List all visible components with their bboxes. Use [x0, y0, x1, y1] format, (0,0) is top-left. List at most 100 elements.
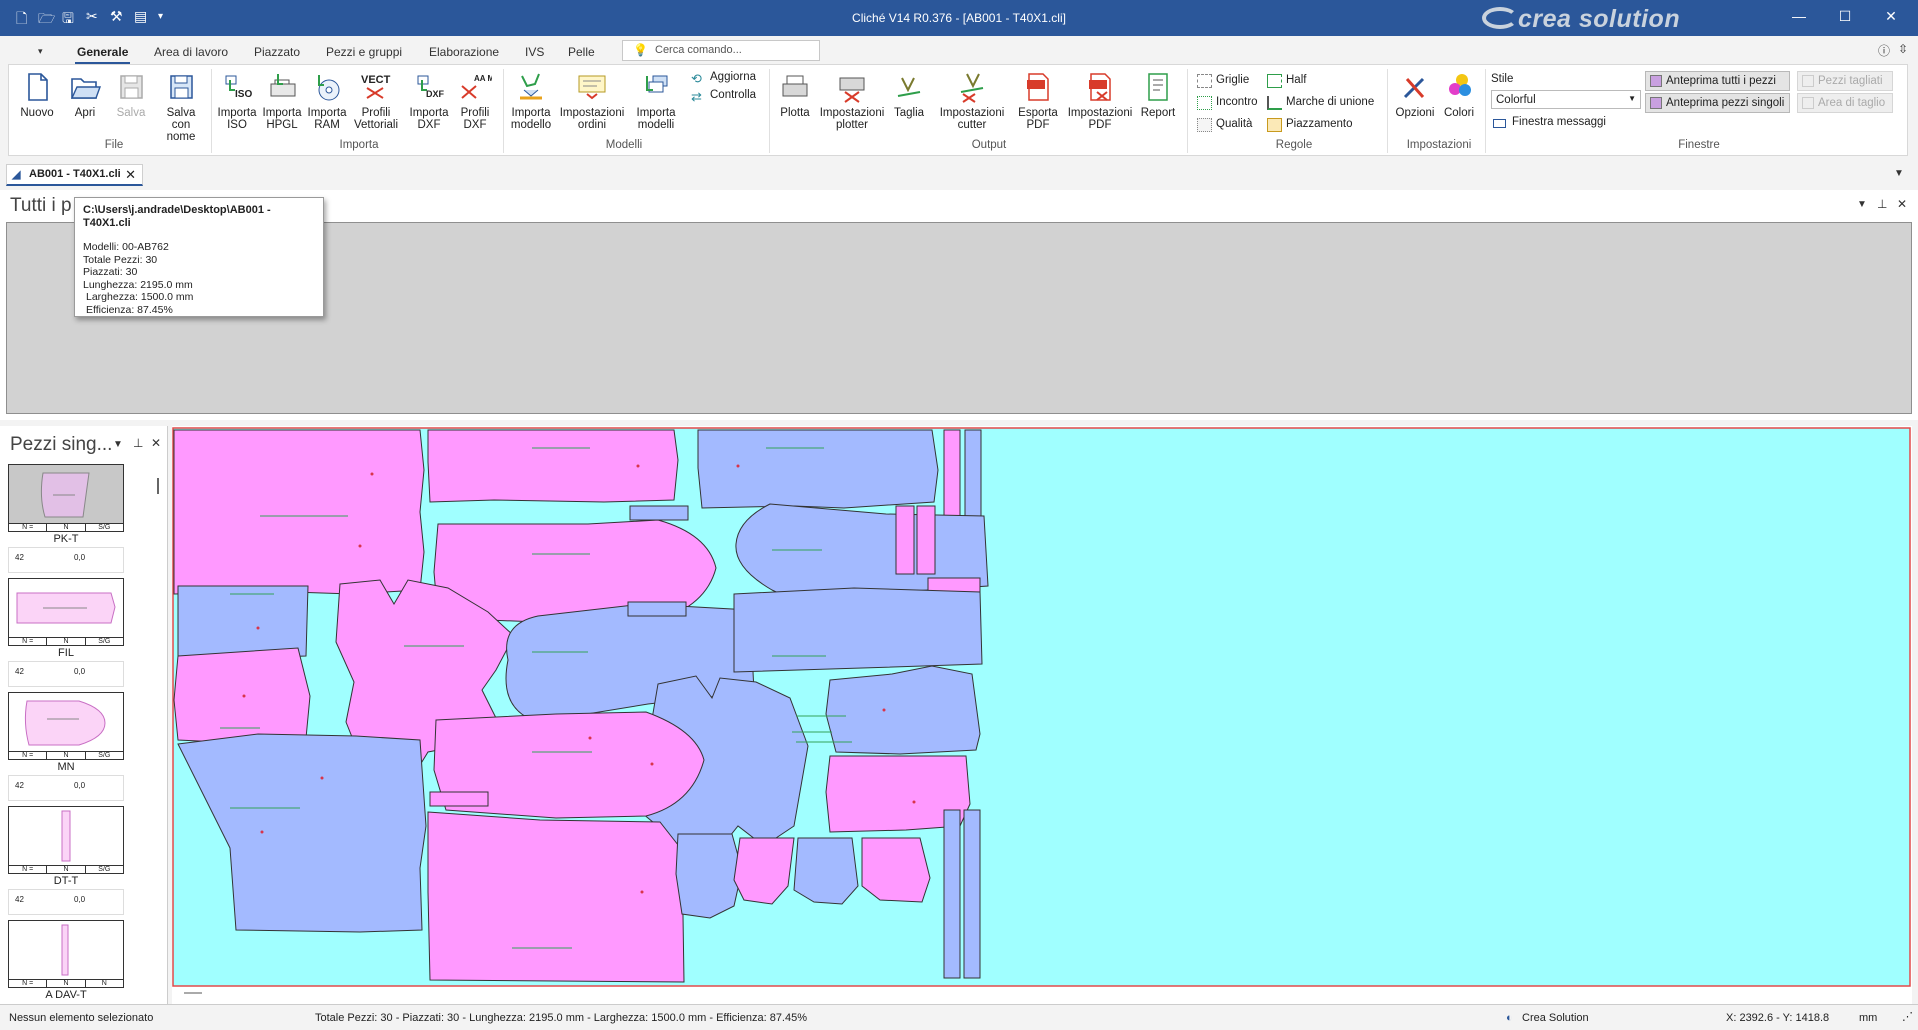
single-pieces-panel: Pezzi sing... ▼ ⊥ ✕ N = N S/G PK-T 42 0,0 N…	[0, 426, 168, 1004]
tab-pelle[interactable]: Pelle	[568, 45, 595, 59]
document-tab[interactable]: ◢ AB001 - T40X1.cli ✕	[6, 164, 143, 186]
piece-blue[interactable]	[943, 809, 961, 979]
minimize-icon[interactable]: —	[1779, 8, 1819, 24]
report-icon	[1148, 73, 1168, 101]
style-select[interactable]: Colorful ▼	[1491, 90, 1641, 109]
quality-button[interactable]: Qualità	[1197, 118, 1252, 134]
svg-text:VECT: VECT	[361, 74, 391, 86]
ribbon-scroll-icon[interactable]: ⇳	[1898, 42, 1908, 56]
preview-all-pieces-button[interactable]: Anteprima tutti i pezzi	[1645, 71, 1790, 91]
piece-blue[interactable]	[627, 601, 687, 617]
panel-menu-icon[interactable]: ▼	[113, 439, 123, 450]
import-hpgl-button[interactable]: Importa HPGL	[260, 70, 304, 131]
cut-pieces-button[interactable]: Pezzi tagliati	[1797, 71, 1893, 91]
piece-card[interactable]: N = N N A DAV-T	[8, 920, 124, 1001]
piece-shape-pk-t	[40, 472, 90, 518]
import-iso-icon: ISO	[225, 75, 252, 100]
command-search-input[interactable]: 💡 Cerca comando...	[622, 40, 820, 61]
piece-pink[interactable]	[427, 811, 685, 983]
piece-thumbnail[interactable]	[8, 806, 124, 866]
preview-single-pieces-button[interactable]: Anteprima pezzi singoli	[1645, 93, 1790, 113]
tab-list-icon[interactable]: ▼	[1894, 168, 1904, 179]
close-tab-icon[interactable]: ✕	[125, 167, 136, 183]
piece-card[interactable]: N = N S/G DT-T 42 0,0	[8, 806, 124, 915]
import-models-button[interactable]: Importa modelli	[629, 70, 683, 131]
panel-close-icon[interactable]: ✕	[151, 436, 161, 450]
piece-pink[interactable]	[927, 577, 981, 593]
cut-area-button[interactable]: Area di taglio	[1797, 93, 1893, 113]
message-window-button[interactable]: Finestra messaggi	[1493, 116, 1606, 132]
tab-generale[interactable]: Generale	[74, 45, 131, 64]
check-button[interactable]: ⇄ Controlla	[691, 89, 756, 105]
save-button[interactable]: Salva	[111, 70, 151, 119]
piece-card[interactable]: N = N S/G FIL 42 0,0	[8, 578, 124, 687]
piece-blue[interactable]	[963, 809, 981, 979]
open-button[interactable]: Apri	[65, 70, 105, 119]
piece-thumbnail[interactable]	[8, 692, 124, 752]
export-pdf-button[interactable]: Esporta PDF	[1015, 70, 1061, 131]
plot-button[interactable]: Plotta	[773, 70, 817, 119]
piece-pink[interactable]	[861, 837, 931, 903]
piece-blue[interactable]	[733, 587, 983, 673]
plotter-settings-button[interactable]: Impostazioni plotter	[817, 70, 887, 131]
piece-thumbnail[interactable]	[8, 578, 124, 638]
order-settings-button[interactable]: Impostazioni ordini	[559, 70, 625, 131]
piece-blue[interactable]	[793, 837, 859, 905]
import-ram-button[interactable]: Importa RAM	[305, 70, 349, 131]
save-as-button[interactable]: Salva con nome	[147, 70, 215, 143]
piece-thumbnail[interactable]	[8, 920, 124, 980]
tab-elaborazione[interactable]: Elaborazione	[429, 45, 499, 59]
tab-pezzi-e-gruppi[interactable]: Pezzi e gruppi	[326, 45, 402, 59]
grids-button[interactable]: Griglie	[1197, 74, 1249, 90]
piece-blue[interactable]	[697, 429, 939, 509]
tab-ivs[interactable]: IVS	[525, 45, 544, 59]
half-button[interactable]: Half	[1267, 74, 1306, 90]
order-settings-icon	[578, 75, 606, 100]
panel-pin-icon[interactable]: ⊥	[133, 436, 143, 450]
vector-profiles-button[interactable]: VECT Profili Vettoriali	[351, 70, 401, 131]
piece-pink[interactable]	[429, 791, 489, 807]
match-button[interactable]: Incontro	[1197, 96, 1258, 112]
piece-pink[interactable]	[916, 505, 936, 575]
tab-piazzato[interactable]: Piazzato	[254, 45, 300, 59]
help-icon[interactable]: ⓘ	[1878, 42, 1890, 59]
close-icon[interactable]: ✕	[1871, 8, 1911, 25]
svg-text:DXF: DXF	[426, 89, 445, 99]
tab-area-di-lavoro[interactable]: Area di lavoro	[154, 45, 228, 59]
piece-card[interactable]: N = N S/G MN 42 0,0	[8, 692, 124, 801]
pdf-settings-icon	[1089, 73, 1111, 101]
piece-pink[interactable]	[173, 429, 425, 595]
marker-canvas[interactable]	[172, 426, 1912, 1004]
maximize-icon[interactable]: ☐	[1825, 8, 1865, 25]
scrollbar-thumb[interactable]	[157, 478, 159, 494]
piece-blue[interactable]	[825, 665, 981, 755]
piece-pink[interactable]	[427, 429, 679, 503]
close-pane-icon[interactable]: ✕	[1897, 197, 1907, 211]
pane-menu-icon[interactable]: ▼	[1857, 199, 1867, 210]
cutter-settings-button[interactable]: Impostazioni cutter	[939, 70, 1005, 131]
vector-profile-icon: VECT	[361, 74, 391, 99]
piece-blue[interactable]	[675, 833, 743, 919]
piece-values: 42 0,0	[8, 547, 124, 573]
collapse-ribbon-icon[interactable]: ▾	[38, 46, 43, 57]
piece-blue[interactable]	[629, 505, 689, 521]
colors-button[interactable]: Colori	[1439, 70, 1479, 119]
report-button[interactable]: Report	[1135, 70, 1181, 119]
import-model-button[interactable]: Importa modello	[507, 70, 555, 131]
dxf-profiles-button[interactable]: AA MA Profili DXF	[453, 70, 497, 131]
import-iso-button[interactable]: ISO Importa ISO	[215, 70, 259, 131]
placement-button[interactable]: Piazzamento	[1267, 118, 1352, 134]
pin-icon[interactable]: ⊥	[1877, 197, 1887, 211]
resize-grip-icon[interactable]: ⋰	[1902, 1010, 1913, 1023]
refresh-button[interactable]: ⟲ Aggiorna	[691, 71, 756, 87]
disk-import-icon	[318, 75, 340, 101]
pdf-settings-button[interactable]: Impostazioni PDF	[1067, 70, 1133, 131]
cut-button[interactable]: Taglia	[889, 70, 929, 119]
import-dxf-button[interactable]: DXF Importa DXF	[407, 70, 451, 131]
piece-card[interactable]: N = N S/G PK-T 42 0,0	[8, 464, 124, 573]
options-button[interactable]: Opzioni	[1393, 70, 1437, 119]
piece-pink[interactable]	[895, 505, 915, 575]
join-marks-button[interactable]: Marche di unione	[1267, 96, 1374, 112]
new-button[interactable]: Nuovo	[17, 70, 57, 119]
piece-thumbnail[interactable]	[8, 464, 124, 524]
